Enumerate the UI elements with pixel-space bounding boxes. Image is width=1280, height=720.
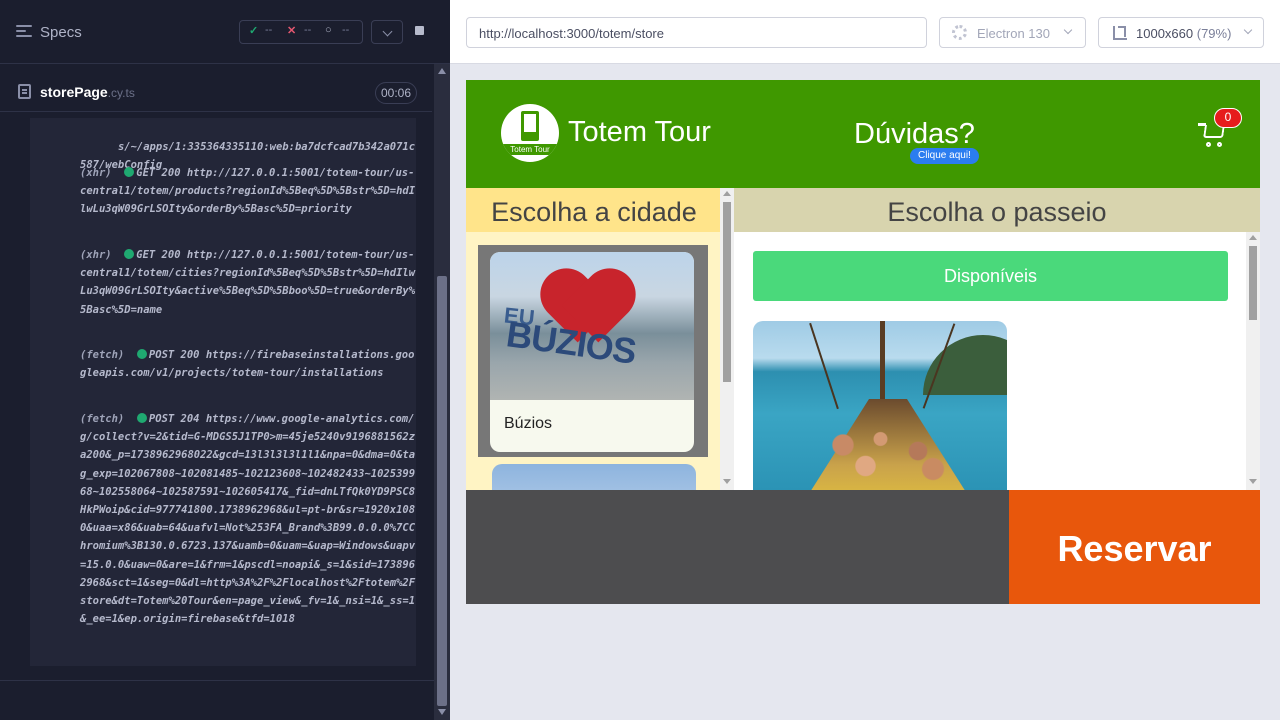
pending-count: -- bbox=[342, 24, 350, 36]
city-scrollbar[interactable] bbox=[720, 188, 734, 490]
status-dot-icon bbox=[136, 413, 147, 423]
log-status: POST 200 bbox=[148, 349, 200, 361]
log-status: GET 200 bbox=[136, 249, 181, 261]
file-icon bbox=[18, 84, 31, 99]
city-panel-title: Escolha a cidade bbox=[466, 188, 722, 232]
x-icon: ✕ bbox=[287, 25, 297, 37]
spec-duration: 00:06 bbox=[375, 82, 418, 104]
brand-title: Totem Tour bbox=[568, 116, 711, 148]
browser-label: Electron 130 bbox=[977, 26, 1050, 41]
log-tag: (fetch) bbox=[80, 349, 125, 361]
chevron-down-button[interactable] bbox=[371, 20, 403, 44]
log-url: https://firebaseinstallations.googleapis… bbox=[80, 349, 415, 380]
cart-count-badge: 0 bbox=[1214, 108, 1242, 128]
tour-scrollbar[interactable] bbox=[1246, 232, 1260, 490]
divider bbox=[0, 680, 434, 681]
city-selected-frame: EU BÚZIOS Búzios bbox=[478, 245, 708, 457]
scroll-down-icon[interactable] bbox=[723, 479, 731, 484]
log-url: http://127.0.0.1:5001/totem-tour/us-cent… bbox=[80, 249, 416, 316]
log-tag: (fetch) bbox=[80, 413, 125, 425]
tour-card-image[interactable] bbox=[753, 321, 1007, 490]
passed-count: -- bbox=[265, 24, 273, 36]
log-entry[interactable]: (xhr) GET 200 http://127.0.0.1:5001/tote… bbox=[80, 246, 416, 319]
test-stats: ✓ -- ✕ -- ○ -- bbox=[239, 20, 363, 44]
status-dot-icon bbox=[124, 249, 135, 259]
log-tag: (xhr) bbox=[80, 167, 112, 179]
pending-icon: ○ bbox=[325, 24, 332, 36]
stop-button[interactable] bbox=[403, 20, 435, 44]
url-bar[interactable]: http://localhost:3000/totem/store bbox=[466, 17, 927, 48]
ruler-icon bbox=[1113, 26, 1127, 40]
status-dot-icon bbox=[124, 167, 135, 177]
scroll-down-icon[interactable] bbox=[438, 709, 446, 715]
scroll-up-icon[interactable] bbox=[723, 191, 731, 196]
spec-name: storePage.cy.ts bbox=[40, 84, 135, 100]
viewport-selector[interactable]: 1000x660 (79%) bbox=[1098, 17, 1264, 48]
chevron-down-icon bbox=[382, 26, 392, 37]
menu-icon[interactable] bbox=[16, 25, 32, 39]
electron-icon bbox=[952, 25, 967, 40]
runner-header: Specs ✓ -- ✕ -- ○ -- bbox=[0, 0, 450, 64]
status-dot-icon bbox=[136, 349, 147, 359]
viewport-label: 1000x660 (79%) bbox=[1136, 26, 1232, 41]
failed-count: -- bbox=[304, 24, 312, 36]
chevron-down-icon bbox=[1243, 25, 1253, 35]
faq-button[interactable]: Clique aqui! bbox=[910, 148, 979, 164]
reserve-button[interactable]: Reservar bbox=[1009, 490, 1260, 604]
tour-panel: Escolha o passeio Disponíveis bbox=[734, 188, 1260, 490]
scroll-down-icon[interactable] bbox=[1249, 479, 1257, 484]
runner-panel: Specs ✓ -- ✕ -- ○ -- storePage.cy.ts 00:… bbox=[0, 0, 450, 720]
log-entry[interactable]: (xhr) GET 200 http://127.0.0.1:5001/tote… bbox=[80, 164, 416, 219]
logo[interactable]: Totem Tour bbox=[501, 104, 559, 162]
city-panel: Escolha a cidade EU BÚZIOS Búzios bbox=[466, 188, 734, 504]
log-scrollbar[interactable] bbox=[434, 64, 450, 720]
log-entry[interactable]: (fetch) POST 200 https://firebaseinstall… bbox=[80, 346, 416, 382]
log-entry[interactable]: (fetch) POST 204 https://www.google-anal… bbox=[80, 410, 416, 628]
log-status: POST 204 bbox=[148, 413, 200, 425]
logo-text: Totem Tour bbox=[501, 144, 559, 155]
scroll-up-icon[interactable] bbox=[438, 68, 446, 74]
browser-selector[interactable]: Electron 130 bbox=[939, 17, 1086, 48]
specs-title[interactable]: Specs bbox=[40, 24, 82, 41]
check-icon: ✓ bbox=[249, 25, 259, 37]
kiosk-icon bbox=[521, 111, 539, 141]
city-card[interactable]: EU BÚZIOS Búzios bbox=[490, 252, 694, 452]
app-header: Totem Tour Totem Tour Dúvidas? Clique aq… bbox=[466, 80, 1260, 188]
stop-icon bbox=[414, 26, 424, 35]
log-tag: (xhr) bbox=[80, 249, 112, 261]
tour-panel-title: Escolha o passeio bbox=[734, 188, 1260, 232]
available-filter-button[interactable]: Disponíveis bbox=[753, 251, 1228, 301]
scroll-thumb[interactable] bbox=[1249, 246, 1257, 320]
footer-bar bbox=[466, 490, 1009, 604]
browser-toolbar: http://localhost:3000/totem/store Electr… bbox=[450, 0, 1280, 64]
log-status: GET 200 bbox=[136, 167, 181, 179]
scroll-thumb[interactable] bbox=[723, 202, 731, 382]
faq-title[interactable]: Dúvidas? bbox=[854, 118, 975, 151]
city-name: Búzios bbox=[504, 415, 553, 432]
log-url: https://www.google-analytics.com/g/colle… bbox=[80, 413, 416, 626]
scroll-thumb[interactable] bbox=[437, 276, 447, 706]
app-viewport: Totem Tour Totem Tour Dúvidas? Clique aq… bbox=[466, 80, 1260, 604]
scroll-up-icon[interactable] bbox=[1249, 235, 1257, 240]
spec-row[interactable]: storePage.cy.ts 00:06 bbox=[0, 72, 432, 112]
city-image: EU BÚZIOS bbox=[490, 252, 694, 400]
chevron-down-icon bbox=[1063, 25, 1073, 35]
command-log: s/~/apps/1:335364335110:web:ba7dcfcad7b3… bbox=[30, 118, 416, 666]
